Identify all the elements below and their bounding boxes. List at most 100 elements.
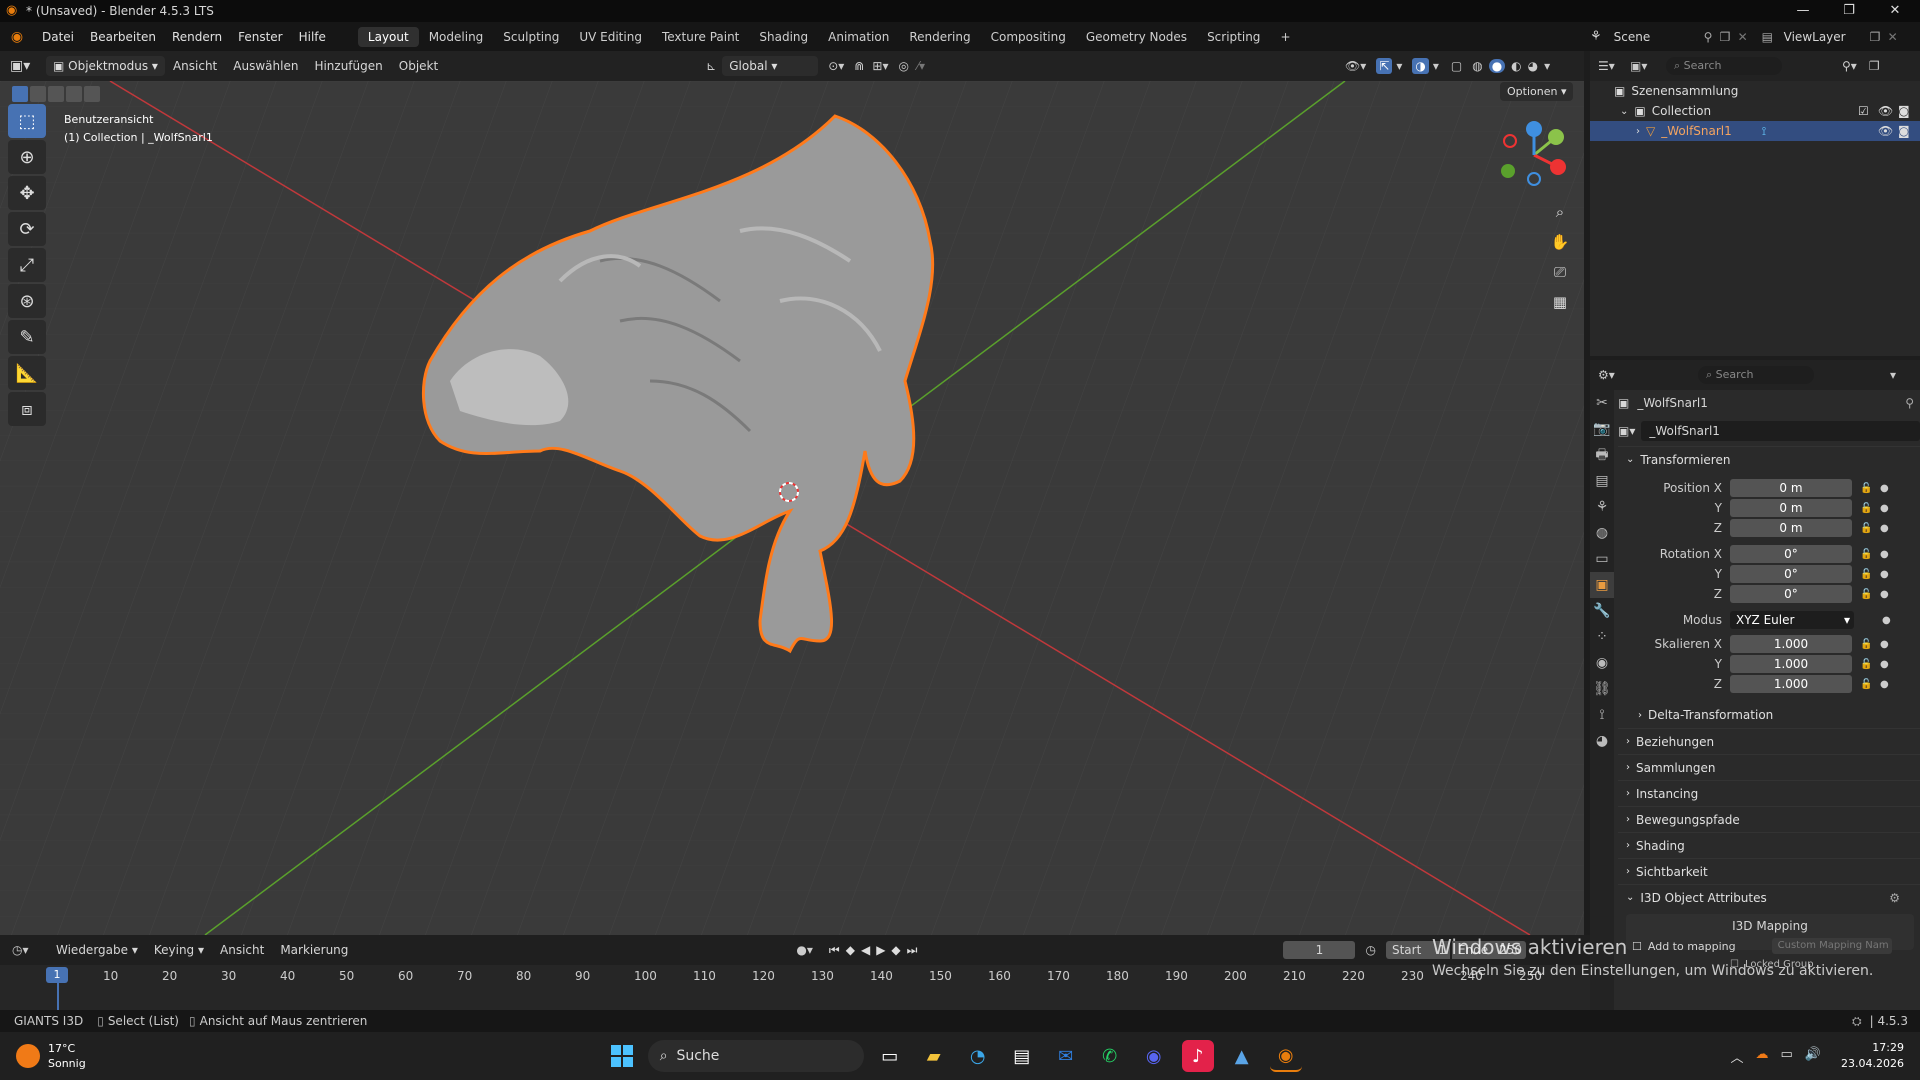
next-keyframe-icon[interactable]: ◆ <box>891 943 906 957</box>
play-reverse-icon[interactable]: ◀ <box>861 943 876 957</box>
output-tab-icon[interactable]: 🖶 <box>1590 442 1614 468</box>
tab-texture-paint[interactable]: Texture Paint <box>652 27 749 47</box>
keyframe-dot-icon[interactable]: ● <box>1880 659 1889 670</box>
rotation-y-field[interactable]: 0° <box>1730 565 1852 583</box>
scale-z-field[interactable]: 1.000 <box>1730 675 1852 693</box>
clock[interactable]: 17:29 23.04.2026 <box>1841 1040 1904 1072</box>
3d-viewport[interactable]: Benutzeransicht (1) Collection | _WolfSn… <box>0 81 1584 935</box>
outliner-search[interactable]: ⌕ Search <box>1666 57 1782 75</box>
tray-overflow-icon[interactable]: ︿ <box>1731 1047 1744 1066</box>
new-collection-icon[interactable]: ❐ <box>1869 59 1880 73</box>
position-x-field[interactable]: 0 m <box>1730 479 1852 497</box>
lock-icon[interactable]: 🔓 <box>1860 569 1874 580</box>
keyframe-dot-icon[interactable]: ● <box>1880 589 1889 600</box>
store-icon[interactable]: ▤ <box>1006 1040 1038 1072</box>
playhead-marker[interactable]: 1 <box>46 967 68 983</box>
keyframe-dot-icon[interactable]: ● <box>1880 549 1889 560</box>
menu-wiedergabe[interactable]: Wiedergabe ▾ <box>48 943 146 957</box>
collapse-icon[interactable]: ⌄ <box>1620 106 1628 117</box>
menu-datei[interactable]: Datei <box>34 30 82 44</box>
pin-icon[interactable]: ⚲ <box>1704 30 1720 44</box>
mode-dropdown[interactable]: ▣ Objektmodus ▾ <box>46 56 165 76</box>
tab-uv-editing[interactable]: UV Editing <box>569 27 652 47</box>
scale-x-field[interactable]: 1.000 <box>1730 635 1852 653</box>
keyframe-dot-icon[interactable]: ● <box>1882 615 1891 626</box>
datablock-browse-icon[interactable]: ▣▾ <box>1618 424 1635 438</box>
preview-range-icon[interactable]: ◷ <box>1365 943 1375 957</box>
tab-scripting[interactable]: Scripting <box>1197 27 1270 47</box>
properties-options-icon[interactable]: ▾ <box>1890 368 1896 382</box>
locked-group-checkbox[interactable]: ☐ <box>1730 959 1739 970</box>
object-name-field[interactable]: _WolfSnarl1 <box>1641 421 1920 441</box>
collection-render-icon[interactable]: ◙ <box>1898 104 1910 118</box>
view-layer-tab-icon[interactable]: ▤ <box>1590 468 1614 494</box>
select-box-tool-icon[interactable]: ⬚ <box>8 104 46 138</box>
cursor-tool-icon[interactable]: ⊕ <box>8 140 46 174</box>
weather-sun-icon[interactable] <box>16 1044 40 1068</box>
tiktok-icon[interactable]: ♪ <box>1181 1040 1214 1072</box>
blender-taskbar-icon[interactable]: ◉ <box>1269 1040 1302 1072</box>
scene-name[interactable]: Scene <box>1614 30 1704 44</box>
gizmo-y-icon[interactable] <box>1548 129 1564 145</box>
frame-ruler[interactable]: 1 10 20 30 40 50 60 70 80 90 100 110 120 130 140 150 16… <box>0 965 1590 1010</box>
minimize-icon[interactable]: — <box>1780 0 1826 22</box>
keyframe-dot-icon[interactable]: ● <box>1880 523 1889 534</box>
gizmo-x-icon[interactable] <box>1550 159 1566 175</box>
display-mode-icon[interactable]: ▣▾ <box>1630 59 1666 73</box>
world-tab-icon[interactable]: ◍ <box>1590 520 1614 546</box>
xray-icon[interactable]: ▢ <box>1451 59 1462 73</box>
select-extend-icon[interactable] <box>30 86 46 102</box>
discord-icon[interactable]: ◉ <box>1138 1040 1170 1072</box>
keyframe-dot-icon[interactable]: ● <box>1880 679 1889 690</box>
weather-widget[interactable]: 17°C Sonnig <box>48 1041 86 1071</box>
task-view-icon[interactable]: ▭ <box>874 1040 906 1072</box>
menu-timeline-ansicht[interactable]: Ansicht <box>212 943 272 957</box>
add-workspace-icon[interactable]: + <box>1270 27 1300 47</box>
current-frame-field[interactable]: 1 <box>1283 941 1356 959</box>
menu-bearbeiten[interactable]: Bearbeiten <box>82 30 164 44</box>
delta-transform-subpanel[interactable]: › Delta-Transformation <box>1618 702 1920 728</box>
keyframe-dot-icon[interactable]: ● <box>1880 639 1889 650</box>
outliner-scene-collection[interactable]: ▣ Szenensammlung <box>1590 81 1920 101</box>
menu-keying[interactable]: Keying ▾ <box>146 943 212 957</box>
menu-ansicht[interactable]: Ansicht <box>165 59 225 73</box>
tab-animation[interactable]: Animation <box>818 27 899 47</box>
timeline-editor-icon[interactable]: ◷▾ <box>12 943 48 957</box>
collections-panel[interactable]: › Sammlungen <box>1618 754 1920 780</box>
filter-icon[interactable]: ⚲▾ <box>1842 59 1857 73</box>
motion-paths-panel[interactable]: › Bewegungspfade <box>1618 806 1920 832</box>
proportional-edit-icon[interactable]: ◎ <box>898 59 908 73</box>
lock-icon[interactable]: 🔓 <box>1860 503 1874 514</box>
auto-keying-icon[interactable]: ●▾ <box>796 943 813 957</box>
i3d-settings-icon[interactable]: ⚙ <box>1889 891 1900 905</box>
camera-view-icon[interactable]: ⎚ <box>1548 257 1572 287</box>
photos-icon[interactable]: ▲ <box>1226 1040 1258 1072</box>
blender-menu-icon[interactable]: ◉ <box>0 29 34 45</box>
rotation-x-field[interactable]: 0° <box>1730 545 1852 563</box>
instancing-panel[interactable]: › Instancing <box>1618 780 1920 806</box>
tab-compositing[interactable]: Compositing <box>981 27 1076 47</box>
scene-tab-icon[interactable]: ⚘ <box>1590 494 1614 520</box>
add-cube-tool-icon[interactable]: ⧈ <box>8 392 46 426</box>
jump-end-icon[interactable]: ⏭ <box>907 943 924 957</box>
keyframe-dot-icon[interactable]: ● <box>1880 483 1889 494</box>
lock-icon[interactable]: 🔓 <box>1860 639 1874 650</box>
delete-view-layer-icon[interactable]: ✕ <box>1888 30 1906 44</box>
menu-fenster[interactable]: Fenster <box>230 30 291 44</box>
tray-app-icon[interactable]: ☁ <box>1756 1047 1769 1066</box>
edge-icon[interactable]: ◔ <box>962 1040 994 1072</box>
render-tab-icon[interactable]: 📷 <box>1590 416 1614 442</box>
gizmo-dropdown-icon[interactable]: ▾ <box>1396 59 1402 73</box>
rotate-tool-icon[interactable]: ⟳ <box>8 212 46 246</box>
annotate-tool-icon[interactable]: ✎ <box>8 320 46 354</box>
view-layer-name[interactable]: ViewLayer <box>1784 30 1870 44</box>
whatsapp-icon[interactable]: ✆ <box>1094 1040 1126 1072</box>
outliner-editor-icon[interactable]: ☰▾ <box>1598 59 1630 73</box>
lock-icon[interactable]: 🔓 <box>1860 483 1874 494</box>
ortho-grid-icon[interactable]: ▦ <box>1548 287 1572 317</box>
play-icon[interactable]: ▶ <box>876 943 891 957</box>
menu-rendern[interactable]: Rendern <box>164 30 230 44</box>
start-frame-field[interactable]: Start 1 <box>1385 941 1450 959</box>
tab-layout[interactable]: Layout <box>357 26 419 47</box>
shading-panel[interactable]: › Shading <box>1618 832 1920 858</box>
